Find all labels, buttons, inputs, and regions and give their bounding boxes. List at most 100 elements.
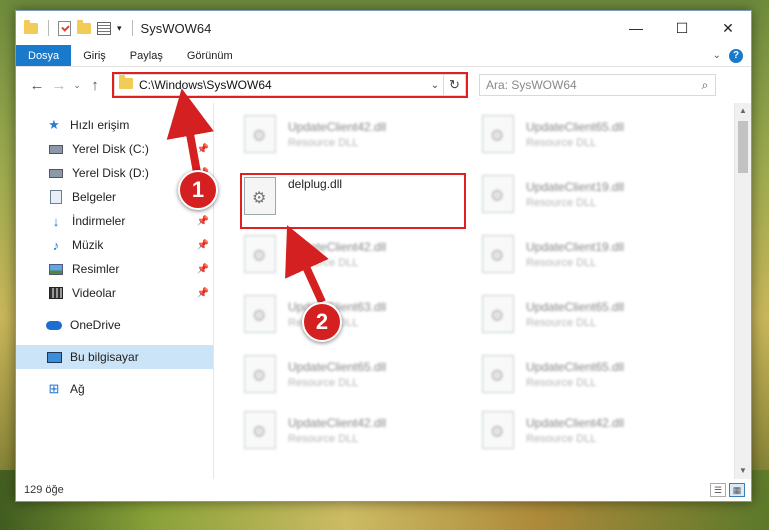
large-icons-view-icon[interactable]: ▦ — [729, 483, 745, 497]
list-item[interactable]: UpdateClient42.dll Resource DLL — [476, 405, 701, 455]
network-icon: ⊞ — [48, 381, 60, 396]
file-name: UpdateClient65.dll — [526, 359, 625, 374]
search-icon[interactable]: ⌕ — [695, 78, 715, 93]
tab-paylas[interactable]: Paylaş — [118, 45, 175, 66]
address-dropdown-icon[interactable]: ⌄ — [427, 80, 443, 91]
sidebar-item-label: Videolar — [72, 286, 116, 300]
sidebar-item-label: Yerel Disk (C:) — [72, 142, 149, 156]
dll-file-icon — [482, 235, 514, 273]
scroll-up-icon[interactable]: ▲ — [735, 103, 751, 119]
drive-icon — [48, 166, 64, 180]
sidebar-item-onedrive[interactable]: OneDrive — [16, 313, 213, 337]
tab-gorunum[interactable]: Görünüm — [175, 45, 245, 66]
videos-icon — [48, 286, 64, 300]
sidebar-item-videos[interactable]: Videolar 📌 — [16, 281, 213, 305]
address-folder-icon — [119, 75, 133, 92]
dll-file-icon — [482, 115, 514, 153]
file-name: UpdateClient42.dll — [288, 119, 387, 134]
sidebar-item-network[interactable]: ⊞ Ağ — [16, 377, 213, 401]
recent-locations-chevron-icon[interactable]: ⌄ — [70, 80, 84, 91]
cloud-icon — [46, 318, 62, 332]
vertical-scrollbar[interactable]: ▲ ▼ — [734, 103, 751, 479]
title-divider — [131, 20, 133, 36]
file-type: Resource DLL — [526, 256, 597, 269]
sidebar-item-quick-access[interactable]: ★ Hızlı erişim — [16, 113, 213, 137]
search-box[interactable]: Ara: SysWOW64 ⌕ — [479, 74, 716, 96]
callout-marker-2: 2 — [302, 302, 342, 342]
sidebar-item-music[interactable]: ♪ Müzik 📌 — [16, 233, 213, 257]
file-type: Resource DLL — [288, 136, 359, 149]
address-path[interactable]: C:\Windows\SysWOW64 — [139, 78, 427, 92]
sidebar-item-label: Ağ — [70, 382, 85, 396]
sidebar-item-label: Hızlı erişim — [70, 118, 130, 132]
back-button[interactable]: ← — [26, 77, 48, 94]
list-item[interactable]: UpdateClient65.dll Resource DLL — [476, 109, 701, 159]
file-type: Resource DLL — [526, 316, 597, 329]
dll-file-icon — [482, 411, 514, 449]
download-icon: ↓ — [52, 213, 60, 229]
expand-ribbon-chevron-icon[interactable]: ⌄ — [713, 50, 721, 61]
navigation-bar: ← → ⌄ ↑ C:\Windows\SysWOW64 ⌄ ↻ Ara: Sys… — [16, 67, 751, 103]
file-name: UpdateClient42.dll — [288, 415, 387, 430]
pin-icon: 📌 — [196, 263, 209, 275]
new-folder-icon[interactable] — [77, 19, 91, 36]
navigation-pane: ★ Hızlı erişim Yerel Disk (C:) 📌 Yerel D… — [16, 103, 214, 479]
file-type: Resource DLL — [288, 432, 359, 445]
scrollbar-thumb[interactable] — [738, 121, 748, 173]
tab-giris[interactable]: Giriş — [71, 45, 118, 66]
pin-icon: 📌 — [196, 239, 209, 251]
computer-icon — [46, 350, 62, 364]
scroll-down-icon[interactable]: ▼ — [735, 463, 751, 479]
file-type: Resource DLL — [526, 136, 597, 149]
sidebar-item-label: Belgeler — [72, 190, 117, 204]
file-name: UpdateClient42.dll — [288, 239, 387, 254]
up-button[interactable]: ↑ — [84, 77, 106, 94]
item-count: 129 öğe — [24, 484, 64, 496]
sidebar-item-label: OneDrive — [70, 318, 121, 332]
list-item[interactable]: UpdateClient65.dll Resource DLL — [476, 349, 701, 399]
properties-check-icon[interactable] — [57, 20, 71, 36]
file-name: UpdateClient65.dll — [526, 119, 625, 134]
file-name: UpdateClient19.dll — [526, 179, 625, 194]
dll-file-icon — [244, 295, 276, 333]
sidebar-item-label: İndirmeler — [72, 214, 126, 228]
folder-icon — [24, 19, 38, 36]
sidebar-item-pictures[interactable]: Resimler 📌 — [16, 257, 213, 281]
list-item[interactable]: UpdateClient19.dll Resource DLL — [476, 169, 701, 219]
maximize-button[interactable]: ☐ — [659, 11, 705, 45]
star-icon: ★ — [48, 117, 60, 132]
quick-access-dropdown-icon[interactable]: ▾ — [117, 23, 122, 34]
drive-icon — [48, 142, 64, 156]
file-name: UpdateClient42.dll — [526, 415, 625, 430]
forward-button[interactable]: → — [48, 77, 70, 94]
help-icon[interactable]: ? — [729, 48, 743, 63]
callout-marker-1: 1 — [178, 170, 218, 210]
details-view-icon[interactable]: ☰ — [710, 483, 726, 497]
list-item[interactable]: UpdateClient42.dll Resource DLL — [238, 109, 463, 159]
file-type: Resource DLL — [288, 256, 359, 269]
close-button[interactable]: ✕ — [705, 11, 751, 45]
sidebar-item-downloads[interactable]: ↓ İndirmeler 📌 — [16, 209, 213, 233]
pin-icon: 📌 — [196, 287, 209, 299]
list-item[interactable]: UpdateClient65.dll Resource DLL — [476, 289, 701, 339]
tab-dosya[interactable]: Dosya — [16, 45, 72, 66]
properties-icon[interactable] — [97, 20, 111, 36]
dll-file-icon — [244, 115, 276, 153]
refresh-icon[interactable]: ↻ — [443, 75, 465, 95]
sidebar-item-local-disk-c[interactable]: Yerel Disk (C:) 📌 — [16, 137, 213, 161]
content-area: ★ Hızlı erişim Yerel Disk (C:) 📌 Yerel D… — [16, 103, 751, 479]
ribbon-tabs: Dosya Giriş Paylaş Görünüm ⌄ ? — [16, 45, 751, 67]
search-input[interactable]: Ara: SysWOW64 — [486, 78, 695, 92]
list-item[interactable]: UpdateClient65.dll Resource DLL — [238, 349, 463, 399]
address-bar[interactable]: C:\Windows\SysWOW64 ⌄ ↻ — [112, 72, 468, 98]
list-item[interactable]: UpdateClient42.dll Resource DLL — [238, 229, 463, 279]
minimize-button[interactable]: — — [613, 11, 659, 45]
dll-file-icon — [244, 235, 276, 273]
dll-file-icon — [244, 411, 276, 449]
list-item[interactable]: UpdateClient42.dll Resource DLL — [238, 405, 463, 455]
list-item[interactable]: UpdateClient19.dll Resource DLL — [476, 229, 701, 279]
sidebar-item-this-pc[interactable]: Bu bilgisayar — [16, 345, 213, 369]
sidebar-item-label: Resimler — [72, 262, 120, 276]
file-list: UpdateClient42.dll Resource DLL delplug.… — [214, 103, 751, 479]
list-item[interactable]: UpdateClient63.dll Resource DLL — [238, 289, 463, 339]
